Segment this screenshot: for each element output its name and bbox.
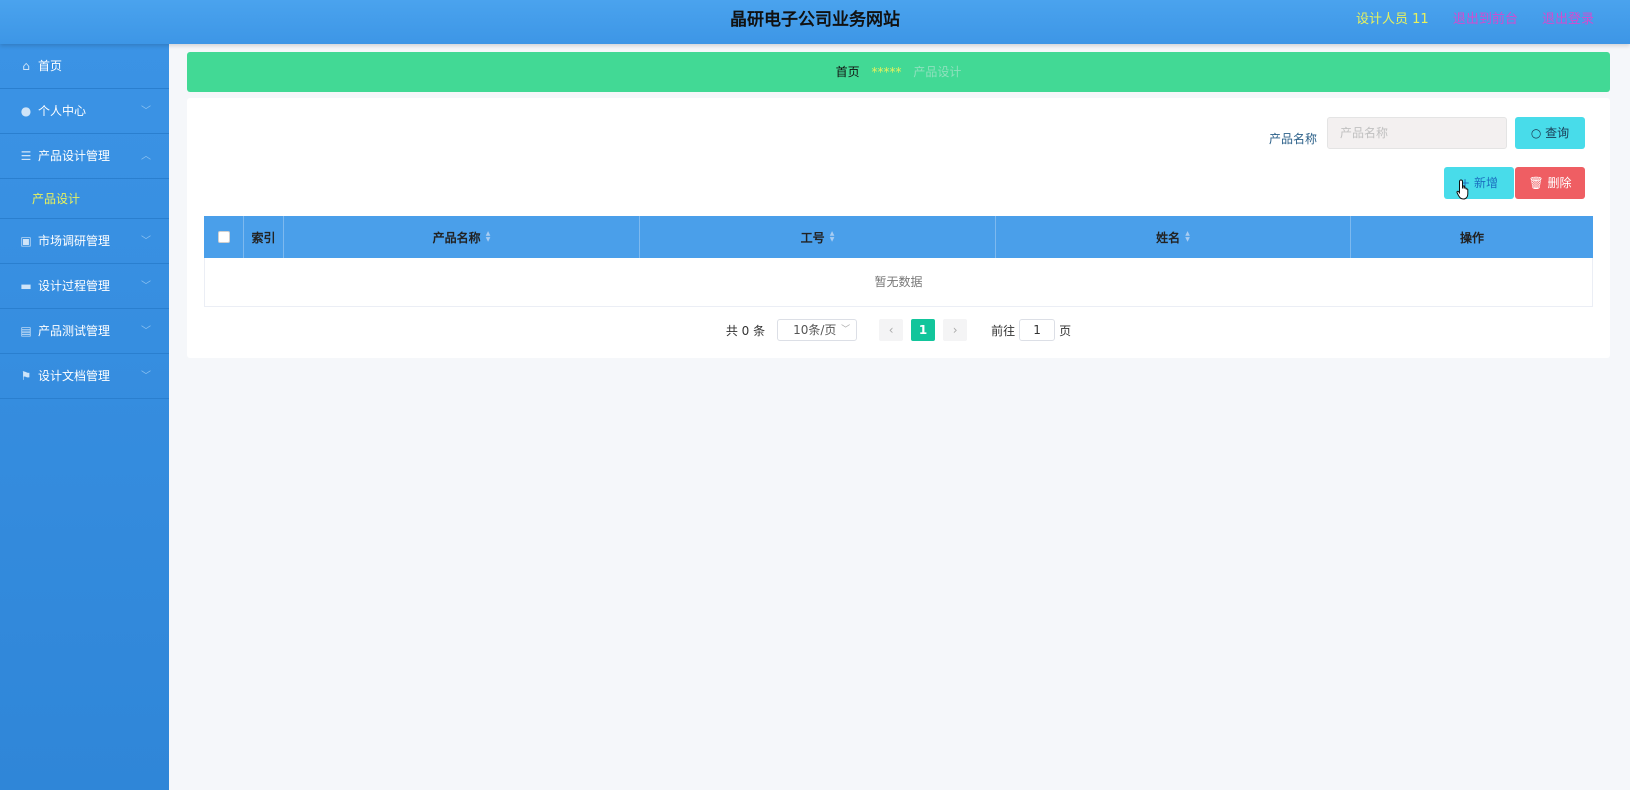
chevron-up-icon: ︿ bbox=[141, 151, 151, 162]
front-page-link[interactable]: 退出到前台 bbox=[1453, 12, 1518, 27]
chevron-down-icon: ﹀ bbox=[141, 326, 151, 337]
pagination-total: 共 0 条 bbox=[725, 323, 766, 338]
query-button[interactable]: ○ 查询 bbox=[1515, 117, 1585, 149]
add-button-label: 新增 bbox=[1473, 176, 1498, 190]
top-header: 晶研电子公司业务网站 设计人员 11 退出到前台 退出登录 bbox=[0, 0, 1630, 44]
product-name-search-input[interactable] bbox=[1327, 117, 1507, 149]
delete-button[interactable]: 🗑 删除 bbox=[1515, 167, 1585, 199]
add-button[interactable]: + 新增 bbox=[1444, 167, 1514, 199]
goto-label: 前往 bbox=[991, 323, 1016, 338]
column-header-label: 工号 bbox=[800, 230, 825, 245]
select-all-checkbox[interactable] bbox=[217, 231, 230, 243]
chevron-down-icon: ﹀ bbox=[141, 371, 151, 382]
sort-icon[interactable]: ▲ ▼ bbox=[486, 231, 491, 243]
content-card: 产品名称 ○ 查询 + 新增 🗑 删除 索引 产品名称 ▲▼ 工号 ▲▼ 姓名 bbox=[187, 98, 1610, 358]
column-header-actions: 操作 bbox=[1459, 230, 1484, 245]
list-icon: ☰ bbox=[20, 149, 32, 163]
hand-cursor-icon bbox=[1456, 179, 1469, 200]
breadcrumb-separator: ***** bbox=[871, 65, 902, 79]
data-table: 索引 产品名称 ▲ ▼ 工号 ▲ ▼ 姓名 ▲ ▼ 操作 暂无数据 bbox=[204, 216, 1593, 307]
table-header: 索引 产品名称 ▲ ▼ 工号 ▲ ▼ 姓名 ▲ ▼ 操作 bbox=[204, 216, 1593, 258]
sidebar-item-label: 市场调研管理 bbox=[38, 234, 111, 248]
select-all-cell bbox=[204, 216, 244, 258]
column-header-label: 姓名 bbox=[1156, 230, 1181, 245]
column-header-employee-no[interactable]: 工号 ▲ ▼ bbox=[640, 216, 996, 258]
page-size-value: 10条/页 bbox=[793, 323, 837, 337]
chevron-down-icon: ﹀ bbox=[141, 236, 151, 247]
breadcrumb-home[interactable]: 首页 bbox=[836, 65, 860, 79]
sort-icon[interactable]: ▲ ▼ bbox=[1185, 231, 1190, 243]
header-links: 设计人员 11 退出到前台 退出登录 bbox=[1336, 0, 1594, 40]
sidebar-item-product-design-mgmt[interactable]: ☰ 产品设计管理 ︿ bbox=[0, 134, 169, 179]
column-header-label: 产品名称 bbox=[432, 230, 481, 245]
chevron-down-icon: ﹀ bbox=[141, 281, 151, 292]
column-header-product-name[interactable]: 产品名称 ▲ ▼ bbox=[284, 216, 640, 258]
briefcase-icon: ▬ bbox=[20, 279, 32, 293]
printer-icon: ▤ bbox=[20, 324, 32, 338]
sidebar-item-design-process[interactable]: ▬ 设计过程管理 ﹀ bbox=[0, 264, 169, 309]
column-header-index: 索引 bbox=[244, 216, 284, 258]
breadcrumb: 首页 ***** 产品设计 bbox=[187, 52, 1610, 92]
next-page-button[interactable]: › bbox=[943, 319, 968, 341]
page-unit-label: 页 bbox=[1059, 323, 1072, 338]
home-icon: ⌂ bbox=[22, 59, 30, 73]
sidebar-item-profile[interactable]: ● 个人中心 ﹀ bbox=[0, 89, 169, 134]
sort-icon[interactable]: ▲ ▼ bbox=[830, 231, 835, 243]
current-user-label: 设计人员 11 bbox=[1356, 12, 1429, 27]
prev-page-button[interactable]: ‹ bbox=[879, 319, 904, 341]
delete-button-label: 删除 bbox=[1547, 176, 1572, 190]
sidebar-item-market-research[interactable]: ▣ 市场调研管理 ﹀ bbox=[0, 219, 169, 264]
page-size-select[interactable]: 10条/页 ﹀ bbox=[777, 319, 858, 341]
sidebar-item-label: 首页 bbox=[38, 59, 63, 73]
sidebar-item-label: 个人中心 bbox=[38, 104, 87, 118]
user-icon: ● bbox=[20, 104, 32, 118]
flag-icon: ⚑ bbox=[20, 369, 32, 383]
search-icon: ○ bbox=[1530, 126, 1542, 140]
clipboard-icon: ▣ bbox=[20, 234, 32, 248]
chevron-down-icon: ﹀ bbox=[141, 106, 151, 117]
logout-link[interactable]: 退出登录 bbox=[1542, 12, 1594, 27]
sidebar-item-design-docs[interactable]: ⚑ 设计文档管理 ﹀ bbox=[0, 354, 169, 399]
sidebar-item-label: 产品测试管理 bbox=[38, 324, 111, 338]
sidebar-item-label: 产品设计管理 bbox=[38, 149, 111, 163]
goto-page-input[interactable]: 1 bbox=[1019, 319, 1056, 341]
table-empty-text: 暂无数据 bbox=[204, 258, 1593, 307]
search-label: 产品名称 bbox=[1268, 132, 1317, 146]
query-button-label: 查询 bbox=[1545, 126, 1570, 140]
sidebar-item-home[interactable]: ⌂ 首页 bbox=[0, 44, 169, 89]
sidebar-item-label: 设计文档管理 bbox=[38, 369, 111, 383]
sidebar-item-label: 设计过程管理 bbox=[38, 279, 111, 293]
sidebar-subitem-product-design[interactable]: 产品设计 bbox=[0, 179, 169, 219]
column-header-person-name[interactable]: 姓名 ▲ ▼ bbox=[996, 216, 1351, 258]
pagination: 共 0 条 10条/页 ﹀ ‹ 1 › 前往 1 页 bbox=[187, 319, 1610, 341]
chevron-down-icon: ﹀ bbox=[841, 325, 851, 335]
sidebar: ⌂ 首页 ● 个人中心 ﹀ ☰ 产品设计管理 ︿ 产品设计 ▣ 市场调研管理 ﹀… bbox=[0, 44, 169, 790]
breadcrumb-current: 产品设计 bbox=[913, 65, 962, 79]
trash-icon: 🗑 bbox=[1528, 176, 1544, 190]
sidebar-item-product-testing[interactable]: ▤ 产品测试管理 ﹀ bbox=[0, 309, 169, 354]
page-number-current[interactable]: 1 bbox=[911, 319, 936, 341]
